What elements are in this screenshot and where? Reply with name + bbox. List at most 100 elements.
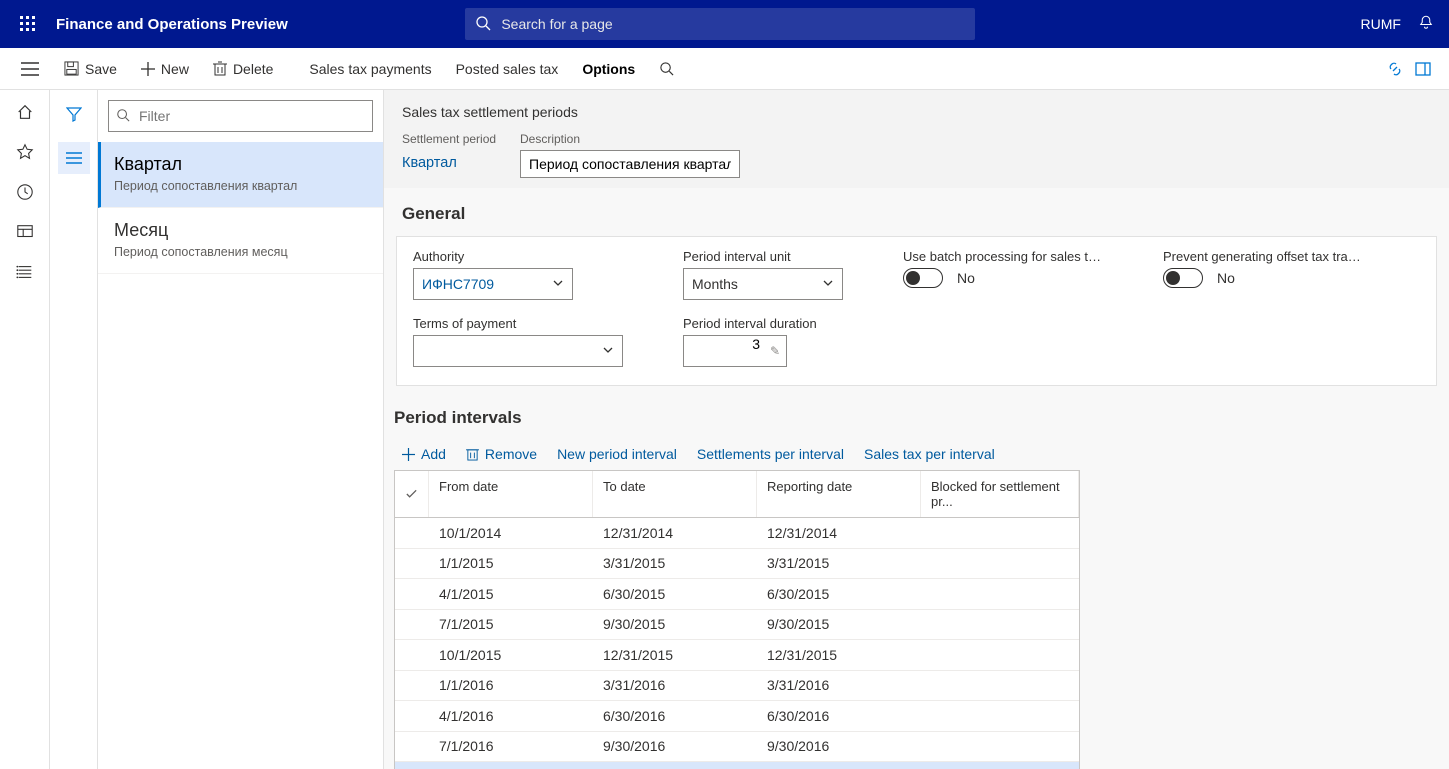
settlement-period-value[interactable]: Квартал bbox=[402, 150, 502, 176]
clock-icon[interactable] bbox=[15, 182, 35, 202]
cell-to[interactable]: 9/30/2016 bbox=[593, 738, 757, 754]
list-item[interactable]: Квартал Период сопоставления квартал bbox=[98, 142, 383, 208]
table-row[interactable]: 4/1/20166/30/20166/30/2016 bbox=[395, 701, 1079, 732]
cell-to[interactable]: 6/30/2016 bbox=[593, 708, 757, 724]
table-row[interactable]: 10/1/201512/31/201512/31/2015 bbox=[395, 640, 1079, 671]
sales-tax-payments-button[interactable]: Sales tax payments bbox=[299, 55, 441, 83]
topbar: Finance and Operations Preview RUMF bbox=[0, 0, 1449, 48]
cell-from[interactable]: 10/1/2015 bbox=[429, 647, 593, 663]
cell-from[interactable]: 1/1/2015 bbox=[429, 555, 593, 571]
period-intervals-section: Period intervals Add Remove New period i… bbox=[394, 404, 1437, 769]
filter-icon[interactable] bbox=[58, 98, 90, 130]
offset-toggle[interactable] bbox=[1163, 268, 1203, 288]
period-intervals-title[interactable]: Period intervals bbox=[394, 404, 1437, 440]
page-title: Sales tax settlement periods bbox=[402, 104, 1431, 120]
cell-to[interactable]: 12/31/2015 bbox=[593, 647, 757, 663]
blk-header[interactable]: Blocked for settlement pr... bbox=[921, 471, 1079, 517]
cell-rep[interactable]: 9/30/2016 bbox=[757, 738, 921, 754]
cell-rep[interactable]: 3/31/2015 bbox=[757, 555, 921, 571]
cell-from[interactable]: 4/1/2016 bbox=[429, 708, 593, 724]
detail-pane: Sales tax settlement periods Settlement … bbox=[384, 90, 1449, 769]
workspace-icon[interactable] bbox=[15, 222, 35, 242]
cell-from[interactable]: 10/1/2014 bbox=[429, 525, 593, 541]
hamburger-icon[interactable] bbox=[21, 62, 39, 76]
unit-select[interactable]: Months bbox=[683, 268, 843, 300]
link-icon[interactable] bbox=[1387, 61, 1403, 77]
cell-rep[interactable]: 9/30/2015 bbox=[757, 616, 921, 632]
actionbar-search-button[interactable] bbox=[649, 55, 684, 82]
cell-from[interactable]: 7/1/2015 bbox=[429, 616, 593, 632]
batch-toggle[interactable] bbox=[903, 268, 943, 288]
list-item-sub: Период сопоставления месяц bbox=[114, 245, 367, 259]
cell-to[interactable]: 9/30/2015 bbox=[593, 616, 757, 632]
save-button[interactable]: Save bbox=[54, 55, 127, 83]
panel-icon[interactable] bbox=[1415, 61, 1431, 77]
search-input[interactable] bbox=[465, 8, 975, 40]
cell-from[interactable]: 1/1/2016 bbox=[429, 677, 593, 693]
table-header: From date To date Reporting date Blocked… bbox=[395, 471, 1079, 518]
filter-search-icon bbox=[116, 108, 130, 122]
cell-from[interactable]: 7/1/2016 bbox=[429, 738, 593, 754]
table-row[interactable]: 1/1/20163/31/20163/31/2016 bbox=[395, 671, 1079, 702]
table-row[interactable]: 1/1/20153/31/20153/31/2015 bbox=[395, 549, 1079, 580]
cell-rep[interactable]: 6/30/2015 bbox=[757, 586, 921, 602]
new-label: New bbox=[161, 61, 189, 77]
description-label: Description bbox=[520, 132, 740, 146]
terms-select[interactable] bbox=[413, 335, 623, 367]
cell-to[interactable]: 6/30/2015 bbox=[593, 586, 757, 602]
new-button[interactable]: New bbox=[131, 55, 199, 83]
description-input[interactable] bbox=[520, 150, 740, 178]
rep-header[interactable]: Reporting date bbox=[757, 471, 921, 517]
filter-input[interactable] bbox=[108, 100, 373, 132]
posted-sales-tax-button[interactable]: Posted sales tax bbox=[446, 55, 569, 83]
add-button[interactable]: Add bbox=[402, 446, 446, 462]
from-header[interactable]: From date bbox=[429, 471, 593, 517]
duration-label: Period interval duration bbox=[683, 316, 843, 331]
actionbar: Save New Delete Sales tax payments Poste… bbox=[0, 48, 1449, 90]
search-wrap bbox=[465, 8, 975, 40]
chevron-down-icon bbox=[552, 277, 564, 289]
table-row[interactable]: 10/1/201612/31/201612/30/2016 bbox=[395, 762, 1079, 769]
modules-icon[interactable] bbox=[15, 262, 35, 282]
offset-label: Prevent generating offset tax transa... bbox=[1163, 249, 1363, 264]
table-row[interactable]: 4/1/20156/30/20156/30/2015 bbox=[395, 579, 1079, 610]
select-all-header[interactable] bbox=[395, 471, 429, 517]
cell-rep[interactable]: 3/31/2016 bbox=[757, 677, 921, 693]
list-view-icon[interactable] bbox=[58, 142, 90, 174]
cell-to[interactable]: 3/31/2016 bbox=[593, 677, 757, 693]
new-period-button[interactable]: New period interval bbox=[557, 446, 677, 462]
salestax-button[interactable]: Sales tax per interval bbox=[864, 446, 995, 462]
settlements-button[interactable]: Settlements per interval bbox=[697, 446, 844, 462]
cell-from[interactable]: 4/1/2015 bbox=[429, 586, 593, 602]
general-section-title[interactable]: General bbox=[384, 188, 1449, 236]
cell-rep[interactable]: 12/31/2014 bbox=[757, 525, 921, 541]
authority-select[interactable]: ИФНС7709 bbox=[413, 268, 573, 300]
list-item[interactable]: Месяц Период сопоставления месяц bbox=[98, 208, 383, 274]
options-button[interactable]: Options bbox=[572, 55, 645, 83]
cell-rep[interactable]: 6/30/2016 bbox=[757, 708, 921, 724]
waffle-icon[interactable] bbox=[12, 8, 44, 40]
delete-button[interactable]: Delete bbox=[203, 55, 283, 83]
cell-rep[interactable]: 12/31/2015 bbox=[757, 647, 921, 663]
unit-label: Period interval unit bbox=[683, 249, 843, 264]
remove-button[interactable]: Remove bbox=[466, 446, 537, 462]
list-item-title: Месяц bbox=[114, 220, 367, 241]
cell-to[interactable]: 3/31/2015 bbox=[593, 555, 757, 571]
table-row[interactable]: 10/1/201412/31/201412/31/2014 bbox=[395, 518, 1079, 549]
cell-to[interactable]: 12/31/2014 bbox=[593, 525, 757, 541]
table-row[interactable]: 7/1/20159/30/20159/30/2015 bbox=[395, 610, 1079, 641]
table-row[interactable]: 7/1/20169/30/20169/30/2016 bbox=[395, 732, 1079, 763]
star-icon[interactable] bbox=[15, 142, 35, 162]
home-icon[interactable] bbox=[15, 102, 35, 122]
to-header[interactable]: To date bbox=[593, 471, 757, 517]
detail-header: Sales tax settlement periods Settlement … bbox=[384, 90, 1449, 188]
topbar-right: RUMF bbox=[1361, 14, 1437, 34]
batch-label: Use batch processing for sales tax s... bbox=[903, 249, 1103, 264]
user-label[interactable]: RUMF bbox=[1361, 16, 1401, 32]
options-label: Options bbox=[582, 61, 635, 77]
bell-icon[interactable] bbox=[1417, 14, 1437, 34]
settlement-period-label: Settlement period bbox=[402, 132, 502, 146]
duration-input[interactable]: 3 ✎ bbox=[683, 335, 787, 367]
posted-sales-tax-label: Posted sales tax bbox=[456, 61, 559, 77]
list-pane-tools bbox=[50, 90, 98, 769]
